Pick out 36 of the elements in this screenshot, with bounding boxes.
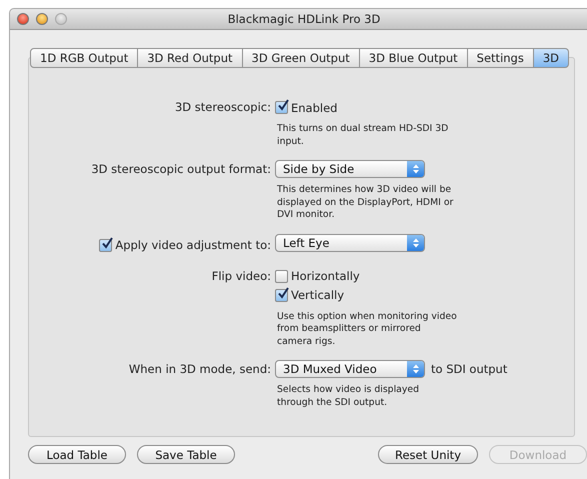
field-label: When in 3D mode, send: [128, 362, 271, 376]
tab[interactable]: 3D Blue Output [360, 48, 468, 68]
checkbox-label: Apply video adjustment to: [115, 238, 271, 252]
minimize-icon[interactable] [36, 13, 48, 25]
tab[interactable]: 3D Green Output [242, 48, 360, 68]
stepper-icon [407, 161, 424, 177]
help-text: Selects how video is displayed through the SDI output. [277, 384, 420, 409]
tab[interactable]: 3D [534, 48, 570, 68]
field-label: 3D stereoscopic output format: [91, 162, 271, 176]
help-text: Use this option when monitoring video from beamsplitters or mirrored camera rigs. [277, 310, 457, 348]
window-title: Blackmagic HDLink Pro 3D [228, 12, 380, 26]
tab[interactable]: Settings [468, 48, 534, 68]
field-label: 3D stereoscopic: [174, 100, 271, 114]
popup-menu[interactable]: Side by Side [275, 160, 425, 178]
push-button[interactable]: Save Table [137, 445, 235, 464]
push-button[interactable]: Reset Unity [378, 445, 478, 464]
checkbox-label: Horizontally [291, 269, 360, 283]
zoom-icon[interactable] [55, 13, 67, 25]
stepper-icon [407, 361, 424, 377]
tab[interactable]: 3D Red Output [138, 48, 243, 68]
output-label: to SDI output [431, 362, 508, 376]
checkbox[interactable] [275, 288, 288, 302]
popup-menu[interactable]: 3D Muxed Video [275, 360, 425, 378]
stepper-icon [407, 234, 424, 250]
checkbox-label: Vertically [291, 288, 344, 302]
checkbox[interactable] [99, 238, 112, 252]
help-text: This determines how 3D video will be displayed on the DisplayPort, HDMI or DVI monitor. [277, 184, 454, 222]
popup-menu[interactable]: Left Eye [275, 234, 425, 252]
checkbox[interactable] [275, 101, 288, 114]
help-text: This turns on dual stream HD-SDI 3D input. [277, 123, 450, 148]
push-button[interactable]: Load Table [28, 445, 126, 464]
close-icon[interactable] [17, 13, 29, 25]
checkbox[interactable] [275, 270, 288, 282]
field-label: Flip video: [212, 268, 271, 282]
tab[interactable]: 1D RGB Output [30, 48, 138, 68]
checkbox-label: Enabled [291, 100, 338, 114]
